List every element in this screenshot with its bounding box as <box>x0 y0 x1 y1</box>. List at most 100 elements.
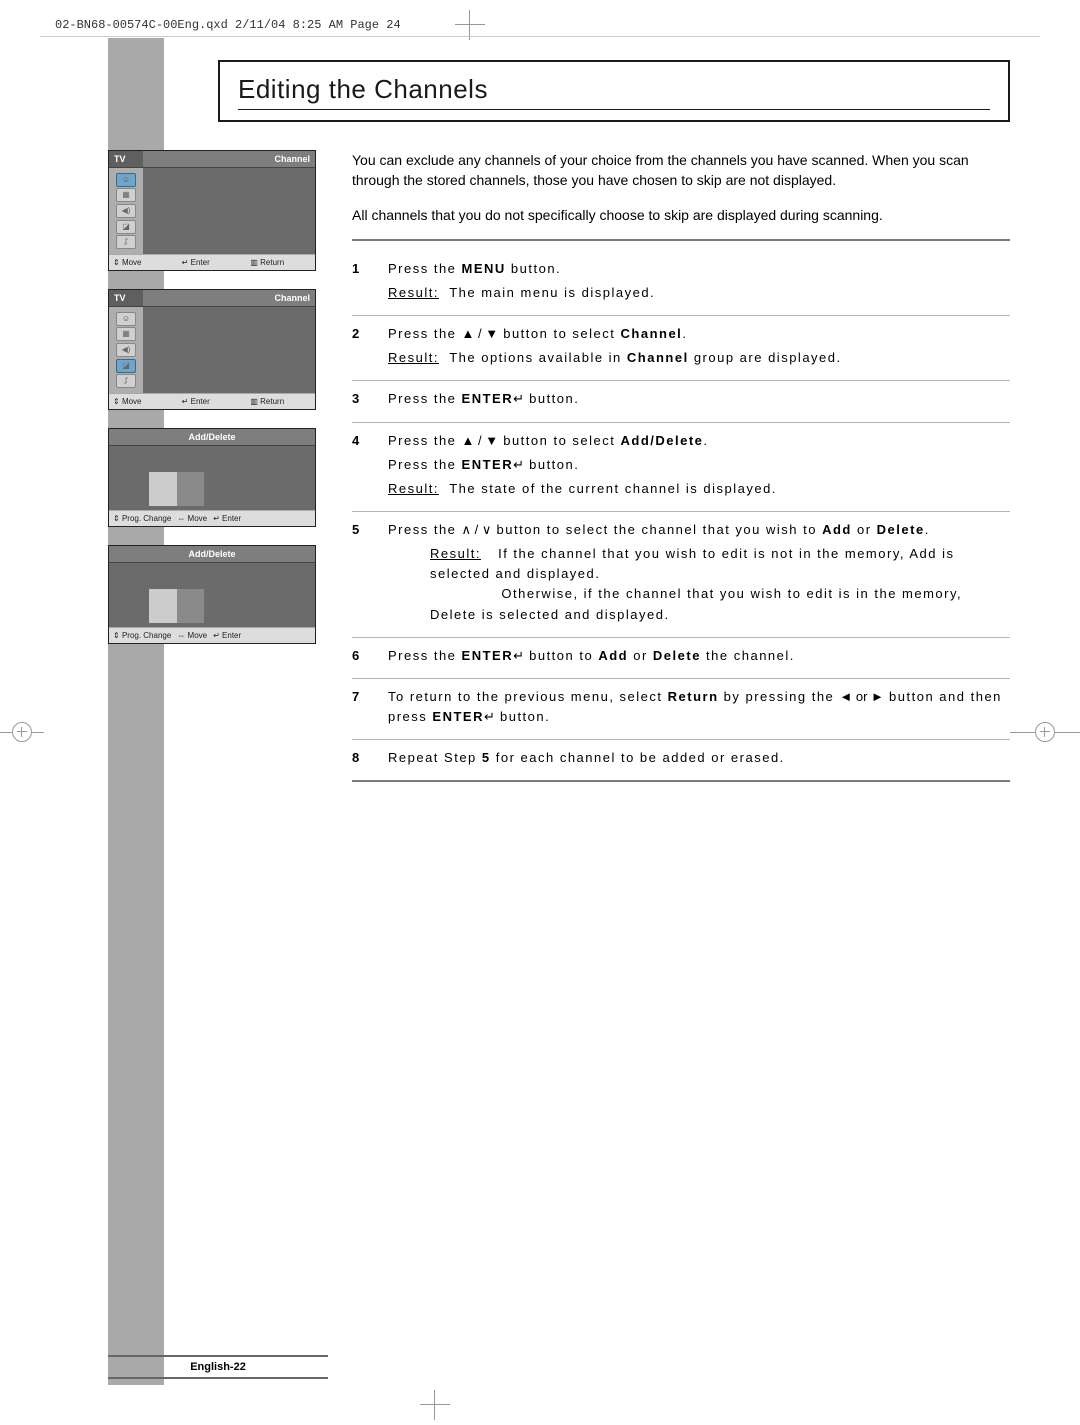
result-text: The state of the current channel is disp… <box>449 481 777 496</box>
menu-content-area <box>143 168 315 254</box>
delete-bold: Delete <box>653 648 701 663</box>
result-text: If the channel that you wish to edit is … <box>430 546 955 581</box>
channel-label: Channel <box>143 290 315 306</box>
add-delete-title: Add/Delete <box>109 546 315 563</box>
tv-menu-screenshot-1: TV Channel ⎉ ▦ ◀) ◪ ⎎ ⇕ Move ↵ Enter <box>108 150 316 271</box>
top-divider <box>40 36 1040 37</box>
crop-mark-left <box>0 718 44 748</box>
step-8: 8 Repeat Step 5 for each channel to be a… <box>352 740 1010 782</box>
menu-icon: ▦ <box>116 188 136 202</box>
result-label: Result: <box>388 285 439 300</box>
step-text: Press the <box>388 457 462 472</box>
step-3: 3 Press the ENTER↵ button. <box>352 381 1010 422</box>
menu-icon-column: ⎉ ▦ ◀) ◪ ⎎ <box>109 307 143 393</box>
enter-label: ENTER <box>462 648 514 663</box>
menu-icon-column: ⎉ ▦ ◀) ◪ ⎎ <box>109 168 143 254</box>
result-text: The main menu is displayed. <box>449 285 655 300</box>
add-delete-bold: Add/Delete <box>621 433 704 448</box>
step-6: 6 Press the ENTER↵ button to Add or Dele… <box>352 638 1010 679</box>
foot-prog: ⇕ Prog. Change <box>113 631 171 640</box>
add-delete-title: Add/Delete <box>109 429 315 446</box>
menu-footer: ⇕ Move ↵ Enter ▥ Return <box>109 254 315 270</box>
result-text: Otherwise, if the channel that you wish … <box>430 586 962 621</box>
result-label: Result: <box>430 544 481 564</box>
menu-icon: ◀) <box>116 204 136 218</box>
steps-list: 1 Press the MENU button. Result: The mai… <box>352 251 1010 782</box>
menu-icon: ◀) <box>116 343 136 357</box>
step-ref: 5 <box>482 750 491 765</box>
menu-icon: ⎎ <box>116 235 136 249</box>
enter-label: ENTER <box>462 391 514 406</box>
result-text: The options available in <box>449 350 627 365</box>
intro-divider <box>352 239 1010 241</box>
step-text: Press the <box>388 261 462 276</box>
result-text: group are displayed. <box>689 350 842 365</box>
foot-return: ▥ Return <box>250 258 311 267</box>
intro-p2: All channels that you do not specificall… <box>352 205 1010 225</box>
step-4: 4 Press the ▲ / ▼ button to select Add/D… <box>352 423 1010 512</box>
step-number: 2 <box>352 324 370 372</box>
step-number: 3 <box>352 389 370 413</box>
step-number: 6 <box>352 646 370 670</box>
skip-icon: ∧ / ∨ <box>462 522 492 537</box>
step-5: 5 Press the ∧ / ∨ button to select the c… <box>352 512 1010 638</box>
leftright-icon: ◄ or ► <box>839 689 884 704</box>
foot-move: ⇕ Move <box>113 258 174 267</box>
foot-move: ⇔ Move <box>177 514 207 523</box>
channel-bold: Channel <box>621 326 683 341</box>
step-text: Press the <box>388 433 462 448</box>
result-label: Result: <box>388 350 439 365</box>
preview-screen <box>149 589 204 623</box>
step-text: Press the <box>388 326 462 341</box>
add-delete-screenshot-2: Add/Delete ⇕ Prog. Change ⇔ Move ↵ Enter <box>108 545 316 644</box>
foot-move: ⇔ Move <box>177 631 207 640</box>
step-number: 1 <box>352 259 370 307</box>
step-text: for each channel to be added or erased. <box>491 750 785 765</box>
channel-label: Channel <box>143 151 315 167</box>
enter-icon: ↵ <box>513 457 524 472</box>
step-text: button. <box>524 391 579 406</box>
channel-bold: Channel <box>627 350 689 365</box>
step-text: button. <box>495 709 550 724</box>
foot-move: ⇕ Move <box>113 397 174 406</box>
menu-icon: ▦ <box>116 327 136 341</box>
intro-p1: You can exclude any channels of your cho… <box>352 150 1010 191</box>
step-text: button to select the channel that you wi… <box>491 522 822 537</box>
step-text: by pressing the <box>719 689 840 704</box>
preview-screen <box>149 472 204 506</box>
menu-icon: ◪ <box>116 359 136 373</box>
step-number: 5 <box>352 520 370 629</box>
menu-footer: ⇕ Prog. Change ⇔ Move ↵ Enter <box>109 510 315 526</box>
step-text: Press the <box>388 648 462 663</box>
step-number: 8 <box>352 748 370 772</box>
updown-icon: ▲ / ▼ <box>462 326 499 341</box>
delete-bold: Delete <box>877 522 925 537</box>
step-text: Press the <box>388 522 462 537</box>
menu-content-area <box>143 307 315 393</box>
step-1: 1 Press the MENU button. Result: The mai… <box>352 251 1010 316</box>
enter-label: ENTER <box>432 709 484 724</box>
step-number: 7 <box>352 687 370 731</box>
foot-enter: ↵ Enter <box>182 397 243 406</box>
add-delete-screenshot-1: Add/Delete ⇕ Prog. Change ⇔ Move ↵ Enter <box>108 428 316 527</box>
menu-icon: ◪ <box>116 220 136 234</box>
step-text: button to select <box>498 433 620 448</box>
step-text: To return to the previous menu, select <box>388 689 668 704</box>
foot-enter: ↵ Enter <box>182 258 243 267</box>
tv-label: TV <box>109 151 143 167</box>
step-2: 2 Press the ▲ / ▼ button to select Chann… <box>352 316 1010 381</box>
foot-enter: ↵ Enter <box>213 514 241 523</box>
step-7: 7 To return to the previous menu, select… <box>352 679 1010 740</box>
menu-label: MENU <box>462 261 506 276</box>
enter-icon: ↵ <box>513 391 524 406</box>
step-text: button. <box>506 261 561 276</box>
source-header: 02-BN68-00574C-00Eng.qxd 2/11/04 8:25 AM… <box>55 18 401 32</box>
foot-prog: ⇕ Prog. Change <box>113 514 171 523</box>
step-number: 4 <box>352 431 370 503</box>
add-bold: Add <box>598 648 628 663</box>
menu-footer: ⇕ Move ↵ Enter ▥ Return <box>109 393 315 409</box>
step-text: Press the <box>388 391 462 406</box>
foot-enter: ↵ Enter <box>213 631 241 640</box>
tv-menu-screenshot-2: TV Channel ⎉ ▦ ◀) ◪ ⎎ ⇕ Move ↵ Enter <box>108 289 316 410</box>
step-text: the channel. <box>701 648 795 663</box>
